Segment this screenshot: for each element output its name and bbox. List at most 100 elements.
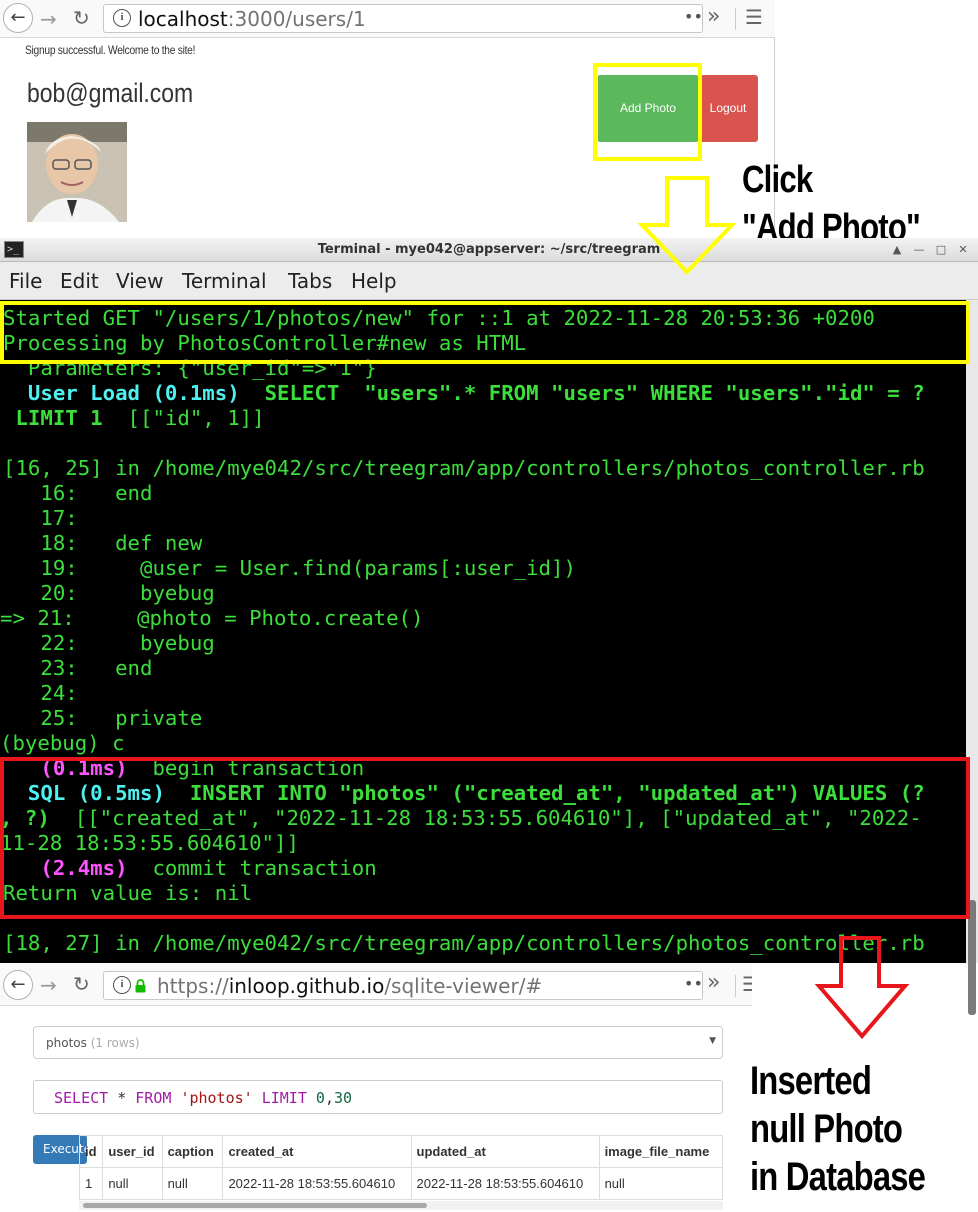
close-icon[interactable]: ✕ xyxy=(956,243,970,257)
table-cell: null xyxy=(102,1167,163,1200)
table-row: 1 null null 2022-11-28 18:53:55.604610 2… xyxy=(79,1167,723,1200)
table-name: photos xyxy=(46,1036,87,1050)
sql-number: 30 xyxy=(333,1089,353,1107)
forward-button[interactable]: → xyxy=(40,975,57,995)
overflow-icon[interactable]: » xyxy=(707,6,720,28)
arrange-icon[interactable]: ▲ xyxy=(890,243,904,257)
url-text: https://inloop.github.io/sqlite-viewer/# xyxy=(157,975,542,997)
terminal-title: Terminal - mye042@appserver: ~/src/treeg… xyxy=(317,242,661,257)
back-button[interactable]: ← xyxy=(3,970,33,1000)
menu-edit[interactable]: Edit xyxy=(60,269,99,293)
hamburger-menu-icon[interactable]: ☰ xyxy=(742,974,752,994)
menu-help[interactable]: Help xyxy=(351,269,397,293)
sql-timing: User Load (0.1ms) xyxy=(3,381,240,405)
sql-binds: [["id", 1]] xyxy=(102,406,265,430)
terminal-prompt-line: (byebug) c xyxy=(0,731,125,755)
column-header[interactable]: created_at xyxy=(222,1135,412,1168)
terminal-line: 23: end xyxy=(3,656,153,680)
table-select[interactable]: photos (1 rows) ▼ xyxy=(33,1026,723,1059)
sql-string: 'photos' xyxy=(180,1089,253,1107)
flash-message: Signup successful. Welcome to the site! xyxy=(25,43,196,57)
menu-terminal[interactable]: Terminal xyxy=(182,269,267,293)
terminal-line: 20: byebug xyxy=(3,581,215,605)
back-button[interactable]: ← xyxy=(3,3,33,33)
table-cell: null xyxy=(598,1167,723,1200)
terminal-line: 25: private xyxy=(3,706,203,730)
arrow-down-red-icon xyxy=(814,936,910,1040)
annotation-line: Inserted xyxy=(750,1059,872,1103)
column-header[interactable]: updated_at xyxy=(410,1135,600,1168)
terminal-line: 17: xyxy=(3,506,91,530)
menu-tabs[interactable]: Tabs xyxy=(288,269,332,293)
page-actions-icon[interactable]: •• xyxy=(684,7,703,26)
annotation-inserted-null-photo: Inserted null Photo in Database xyxy=(750,1057,926,1201)
annotation-line: null Photo xyxy=(750,1107,903,1151)
url-bar[interactable]: i localhost:3000/users/1 •• xyxy=(103,4,703,33)
url-host: localhost xyxy=(138,7,228,31)
logout-button[interactable]: Logout xyxy=(698,75,758,142)
url-bar[interactable]: i https://inloop.github.io/sqlite-viewer… xyxy=(103,971,703,1000)
minimize-icon[interactable]: — xyxy=(912,243,926,257)
sql-keyword: FROM xyxy=(135,1089,172,1107)
annotation-line: in Database xyxy=(750,1155,926,1199)
terminal-line: 22: byebug xyxy=(3,631,215,655)
terminal-line-current: => 21: @photo = Photo.create() xyxy=(0,606,424,630)
forward-button[interactable]: → xyxy=(40,9,57,29)
sql-token: * xyxy=(108,1089,136,1107)
avatar xyxy=(27,122,127,222)
terminal-line: 18: def new xyxy=(3,531,203,555)
column-header[interactable]: image_file_name xyxy=(598,1135,723,1168)
user-email: bob@gmail.com xyxy=(27,78,194,108)
terminal-line: 16: end xyxy=(3,481,153,505)
sql-number: 0 xyxy=(315,1089,325,1107)
terminal-line: [18, 27] in /home/mye042/src/treegram/ap… xyxy=(3,931,925,955)
table-header-row: id user_id caption created_at updated_at… xyxy=(79,1135,723,1168)
avatar-photo-icon xyxy=(27,122,127,222)
lock-icon xyxy=(135,978,146,993)
url-scheme: https:// xyxy=(157,974,229,998)
page-actions-icon[interactable]: •• xyxy=(684,974,703,993)
reload-button[interactable]: ↻ xyxy=(73,974,90,994)
column-header[interactable]: id xyxy=(79,1135,104,1168)
row-count: (1 rows) xyxy=(90,1036,140,1050)
url-path: :3000/users/1 xyxy=(227,7,366,31)
caret-down-icon: ▼ xyxy=(709,1036,716,1046)
terminal-line: [16, 25] in /home/mye042/src/treegram/ap… xyxy=(3,456,925,480)
reload-button[interactable]: ↻ xyxy=(73,8,90,28)
terminal-line: 19: @user = User.find(params[:user_id]) xyxy=(3,556,576,580)
column-header[interactable]: caption xyxy=(161,1135,224,1168)
results-table-container: id user_id caption created_at updated_at… xyxy=(79,1135,723,1205)
url-host: inloop.github.io xyxy=(228,974,385,998)
arrow-down-yellow-icon xyxy=(637,176,737,275)
browser-toolbar: ← → ↻ i localhost:3000/users/1 •• » ☰ xyxy=(0,0,775,38)
sql-keyword: SELECT xyxy=(54,1089,109,1107)
menu-file[interactable]: File xyxy=(9,269,42,293)
annotation-line: Click xyxy=(742,159,813,201)
highlight-box-request xyxy=(0,301,970,364)
menu-view[interactable]: View xyxy=(116,269,163,293)
sql-token: , xyxy=(324,1089,334,1107)
browser-toolbar: ← → ↻ i https://inloop.github.io/sqlite-… xyxy=(0,963,752,1006)
terminal-line: LIMIT 1 [["id", 1]] xyxy=(3,406,265,431)
sql-query-text: SELECT * FROM 'photos' LIMIT 0,30 xyxy=(54,1089,352,1107)
terminal-line: 24: xyxy=(3,681,91,705)
terminal-titlebar: >_ Terminal - mye042@appserver: ~/src/tr… xyxy=(0,238,978,262)
divider xyxy=(735,975,736,997)
info-icon[interactable]: i xyxy=(113,976,131,994)
overflow-icon[interactable]: » xyxy=(707,972,720,994)
info-icon[interactable]: i xyxy=(113,9,131,27)
results-table: id user_id caption created_at updated_at… xyxy=(79,1135,723,1200)
scrollbar-thumb[interactable] xyxy=(83,1203,427,1208)
hamburger-menu-icon[interactable]: ☰ xyxy=(745,7,763,27)
sql-statement: LIMIT 1 xyxy=(3,406,103,430)
divider xyxy=(735,8,736,30)
table-cell: null xyxy=(161,1167,224,1200)
terminal-line: User Load (0.1ms) SELECT "users".* FROM … xyxy=(3,381,925,406)
highlight-box-add-photo xyxy=(593,63,702,161)
sql-query-input[interactable]: SELECT * FROM 'photos' LIMIT 0,30 xyxy=(33,1080,723,1114)
table-select-value: photos (1 rows) xyxy=(46,1036,140,1050)
terminal-menubar: File Edit View Terminal Tabs Help xyxy=(0,262,978,300)
column-header[interactable]: user_id xyxy=(102,1135,163,1168)
maximize-icon[interactable]: □ xyxy=(934,243,948,257)
url-text: localhost:3000/users/1 xyxy=(138,8,366,30)
